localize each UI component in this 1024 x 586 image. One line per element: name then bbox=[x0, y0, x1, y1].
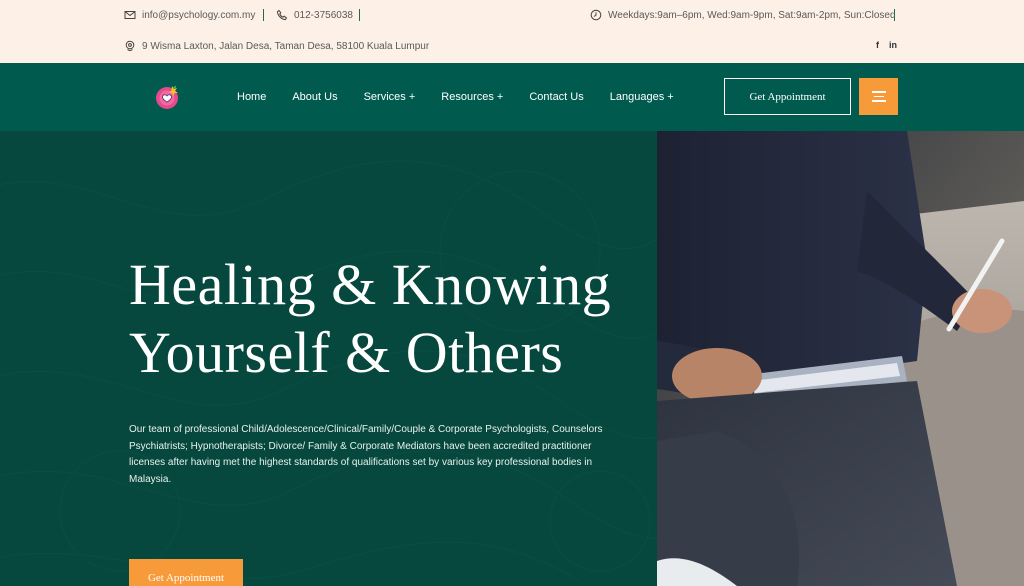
address-info: 9 Wisma Laxton, Jalan Desa, Taman Desa, … bbox=[124, 40, 429, 52]
headline-line-1: Healing & Knowing bbox=[129, 252, 612, 317]
nav-item-resources[interactable]: Resources + bbox=[441, 91, 503, 103]
phone-contact[interactable]: 012-3756038 bbox=[276, 9, 353, 21]
location-pin-icon bbox=[125, 40, 135, 51]
hours-text: Weekdays:9am–6pm, Wed:9am-9pm, Sat:9am-2… bbox=[608, 9, 896, 21]
hero-get-appointment-button[interactable]: Get Appointment bbox=[129, 559, 243, 586]
phone-text[interactable]: 012-3756038 bbox=[294, 10, 353, 21]
hero-section: Healing & Knowing Yourself & Others Our … bbox=[0, 131, 1024, 586]
divider bbox=[263, 9, 264, 21]
email-text[interactable]: info@psychology.com.my bbox=[142, 10, 255, 21]
nav-item-about-us[interactable]: About Us bbox=[292, 91, 337, 103]
divider bbox=[894, 9, 895, 21]
menu-line bbox=[871, 100, 886, 102]
menu-line bbox=[873, 95, 884, 98]
brand-logo[interactable] bbox=[153, 83, 181, 111]
top-info-bar: info@psychology.com.my 012-3756038 Weekd… bbox=[0, 0, 1024, 63]
envelope-icon bbox=[124, 11, 136, 19]
opening-hours: Weekdays:9am–6pm, Wed:9am-9pm, Sat:9am-2… bbox=[590, 9, 896, 21]
nav-item-services[interactable]: Services + bbox=[364, 91, 416, 103]
social-links: f in bbox=[876, 40, 897, 50]
nav-menu: Home About Us Services + Resources + Con… bbox=[237, 63, 700, 131]
hero-photo bbox=[657, 131, 1024, 586]
headline-line-2: Yourself & Others bbox=[129, 320, 564, 385]
clock-icon bbox=[590, 9, 602, 21]
hero-text-panel: Healing & Knowing Yourself & Others Our … bbox=[0, 131, 657, 586]
facebook-icon[interactable]: f bbox=[876, 40, 879, 50]
hamburger-icon[interactable] bbox=[859, 78, 898, 115]
divider bbox=[359, 9, 360, 21]
main-navigation: Home About Us Services + Resources + Con… bbox=[0, 63, 1024, 131]
linkedin-icon[interactable]: in bbox=[889, 40, 897, 50]
get-appointment-button[interactable]: Get Appointment bbox=[724, 78, 851, 115]
menu-line bbox=[871, 91, 886, 93]
hero-description: Our team of professional Child/Adolescen… bbox=[129, 424, 603, 485]
nav-item-languages[interactable]: Languages + bbox=[610, 91, 674, 103]
address-text: 9 Wisma Laxton, Jalan Desa, Taman Desa, … bbox=[142, 40, 430, 52]
nav-item-home[interactable]: Home bbox=[237, 91, 266, 103]
hero-headline: Healing & Knowing Yourself & Others bbox=[129, 251, 649, 387]
therapist-photo-illustration bbox=[657, 131, 1024, 586]
phone-icon bbox=[276, 9, 288, 21]
nav-item-contact-us[interactable]: Contact Us bbox=[529, 91, 583, 103]
email-contact[interactable]: info@psychology.com.my bbox=[124, 9, 255, 21]
